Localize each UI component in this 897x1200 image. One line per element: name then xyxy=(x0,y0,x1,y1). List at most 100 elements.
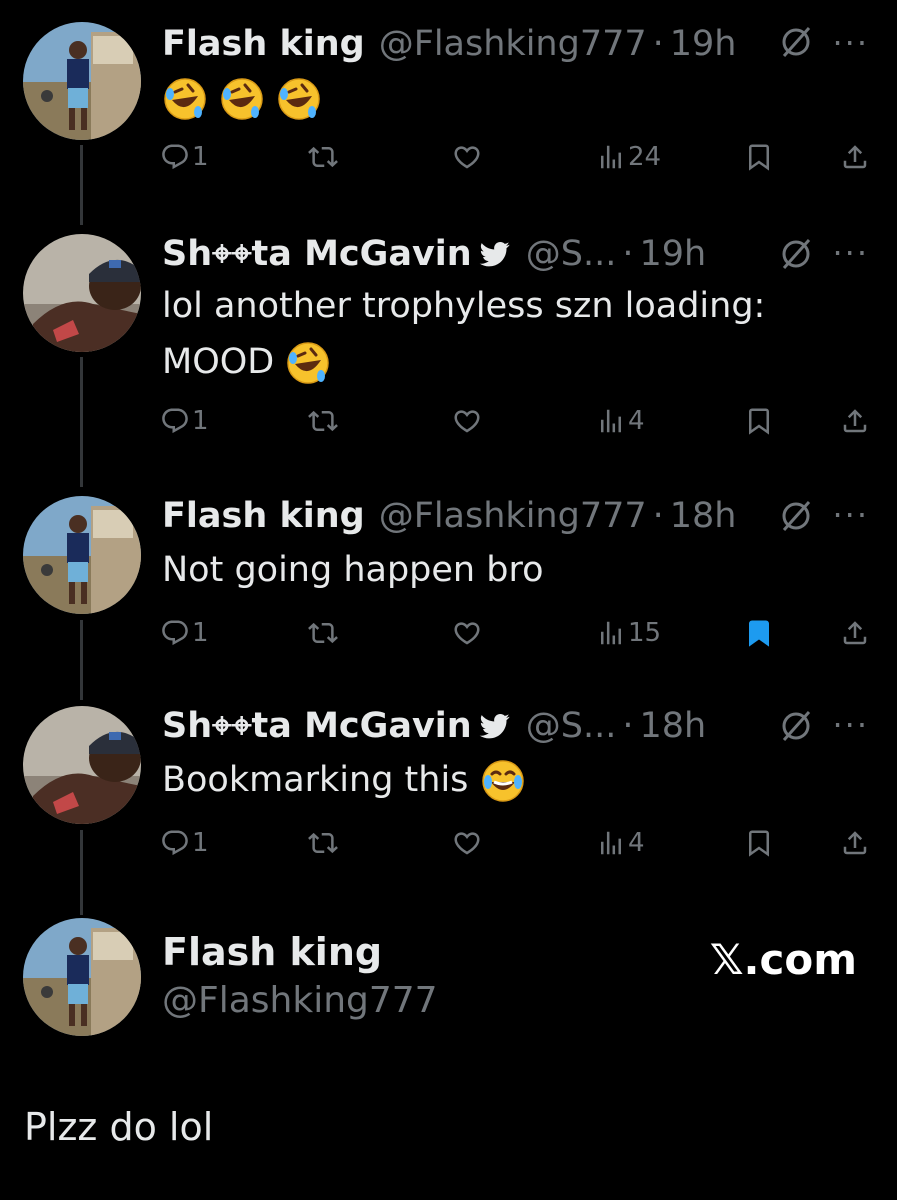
retweet-button[interactable] xyxy=(308,142,338,172)
display-name[interactable]: Sh⌖⌖ta McGavin xyxy=(162,234,472,274)
like-button[interactable] xyxy=(452,142,482,172)
bookmark-icon xyxy=(744,142,774,172)
avatar[interactable] xyxy=(23,234,141,352)
share-button[interactable] xyxy=(840,828,870,858)
like-button[interactable] xyxy=(452,828,482,858)
bookmark-filled-icon xyxy=(744,618,774,648)
bird-icon xyxy=(478,711,512,741)
retweet-icon xyxy=(308,828,338,858)
tweet[interactable]: Sh⌖⌖ta McGavin @S... · 18h ··· Bookmarki… xyxy=(0,704,897,894)
heart-icon xyxy=(452,142,482,172)
grok-icon[interactable] xyxy=(779,709,813,743)
bookmark-button[interactable] xyxy=(744,618,774,648)
reply-icon xyxy=(160,828,190,858)
user-handle[interactable]: @Flashking777 xyxy=(379,496,647,536)
retweet-button[interactable] xyxy=(308,618,338,648)
timestamp[interactable]: 19h xyxy=(639,234,706,274)
reply-count: 1 xyxy=(192,828,209,858)
bookmark-button[interactable] xyxy=(744,406,774,436)
reply-count: 1 xyxy=(192,618,209,648)
avatar[interactable] xyxy=(23,496,141,614)
avatar[interactable] xyxy=(23,706,141,824)
bookmark-button[interactable] xyxy=(744,828,774,858)
avatar[interactable] xyxy=(23,22,141,140)
like-button[interactable] xyxy=(452,406,482,436)
reply-button[interactable]: 1 xyxy=(160,828,209,858)
more-options-icon[interactable]: ··· xyxy=(832,24,869,62)
reply-button[interactable]: 1 xyxy=(160,618,209,648)
share-button[interactable] xyxy=(840,406,870,436)
timestamp[interactable]: 18h xyxy=(670,496,737,536)
tweet-actions: 1 15 xyxy=(160,618,870,658)
separator-dot: · xyxy=(622,234,634,274)
views-button[interactable]: 24 xyxy=(596,142,661,172)
views-icon xyxy=(596,142,626,172)
grok-icon[interactable] xyxy=(779,237,813,271)
tweet-text: Not going happen bro xyxy=(162,550,544,590)
reply-count: 1 xyxy=(192,406,209,436)
views-button[interactable]: 15 xyxy=(596,618,661,648)
like-button[interactable] xyxy=(452,618,482,648)
views-count: 24 xyxy=(628,142,662,172)
reply-icon xyxy=(160,142,190,172)
tweet-header: Flash king @Flashking777 · 19h xyxy=(162,22,787,66)
display-name[interactable]: Flash king xyxy=(162,496,365,536)
separator-dot: · xyxy=(622,706,634,746)
views-icon xyxy=(596,618,626,648)
retweet-button[interactable] xyxy=(308,828,338,858)
user-handle[interactable]: @Flashking777 xyxy=(162,980,438,1021)
views-button[interactable]: 4 xyxy=(596,406,645,436)
rofl-emoji-icon xyxy=(285,340,331,386)
timestamp[interactable]: 19h xyxy=(670,24,737,64)
more-options-icon[interactable]: ··· xyxy=(832,496,869,534)
retweet-icon xyxy=(308,618,338,648)
tweet-text: lol another trophyless szn loading: MOOD xyxy=(162,278,852,390)
tweet[interactable]: Sh⌖⌖ta McGavin @S... · 19h ··· lol anoth… xyxy=(0,232,897,472)
avatar[interactable] xyxy=(23,918,141,1036)
tweet-actions: 1 4 xyxy=(160,406,870,446)
heart-icon xyxy=(452,828,482,858)
user-handle[interactable]: @S... xyxy=(526,234,617,274)
views-icon xyxy=(596,828,626,858)
reply-button[interactable]: 1 xyxy=(160,406,209,436)
share-icon xyxy=(840,618,870,648)
views-icon xyxy=(596,406,626,436)
tweet-actions: 1 24 xyxy=(160,142,870,182)
display-name[interactable]: Sh⌖⌖ta McGavin xyxy=(162,706,472,746)
reply-text: Plzz do lol xyxy=(24,1105,214,1149)
views-count: 4 xyxy=(628,406,645,436)
display-name[interactable]: Flash king xyxy=(162,930,382,974)
tweet[interactable]: Flash king @Flashking777 · 18h ··· Not g… xyxy=(0,494,897,684)
display-name[interactable]: Flash king xyxy=(162,24,365,64)
heart-icon xyxy=(452,618,482,648)
retweet-icon xyxy=(308,142,338,172)
tweet[interactable]: Flash king @Flashking777 · 19h ··· 1 24 xyxy=(0,22,897,222)
retweet-icon xyxy=(308,406,338,436)
grok-icon[interactable] xyxy=(779,25,813,59)
user-handle[interactable]: @S... xyxy=(526,706,617,746)
share-button[interactable] xyxy=(840,142,870,172)
tweet-text xyxy=(162,70,852,126)
timestamp[interactable]: 18h xyxy=(639,706,706,746)
reply-count: 1 xyxy=(192,142,209,172)
rofl-emoji-icon xyxy=(162,76,208,122)
views-button[interactable]: 4 xyxy=(596,828,645,858)
retweet-button[interactable] xyxy=(308,406,338,436)
rofl-emoji-icon xyxy=(276,76,322,122)
heart-icon xyxy=(452,406,482,436)
views-count: 15 xyxy=(628,618,662,648)
grok-icon[interactable] xyxy=(779,499,813,533)
user-handle[interactable]: @Flashking777 xyxy=(379,24,647,64)
tweet-text-fragment: MOOD xyxy=(162,342,275,382)
more-options-icon[interactable]: ··· xyxy=(832,706,869,744)
bookmark-button[interactable] xyxy=(744,142,774,172)
share-button[interactable] xyxy=(840,618,870,648)
more-options-icon[interactable]: ··· xyxy=(832,234,869,272)
bird-icon xyxy=(478,239,512,269)
reply-button[interactable]: 1 xyxy=(160,142,209,172)
tweet-header: Sh⌖⌖ta McGavin @S... · 18h xyxy=(162,704,787,748)
tweet-text-fragment: Bookmarking this xyxy=(162,760,469,800)
rofl-emoji-icon xyxy=(219,76,265,122)
joy-emoji-icon xyxy=(480,758,526,804)
brand-watermark: 𝕏.com xyxy=(709,935,857,984)
